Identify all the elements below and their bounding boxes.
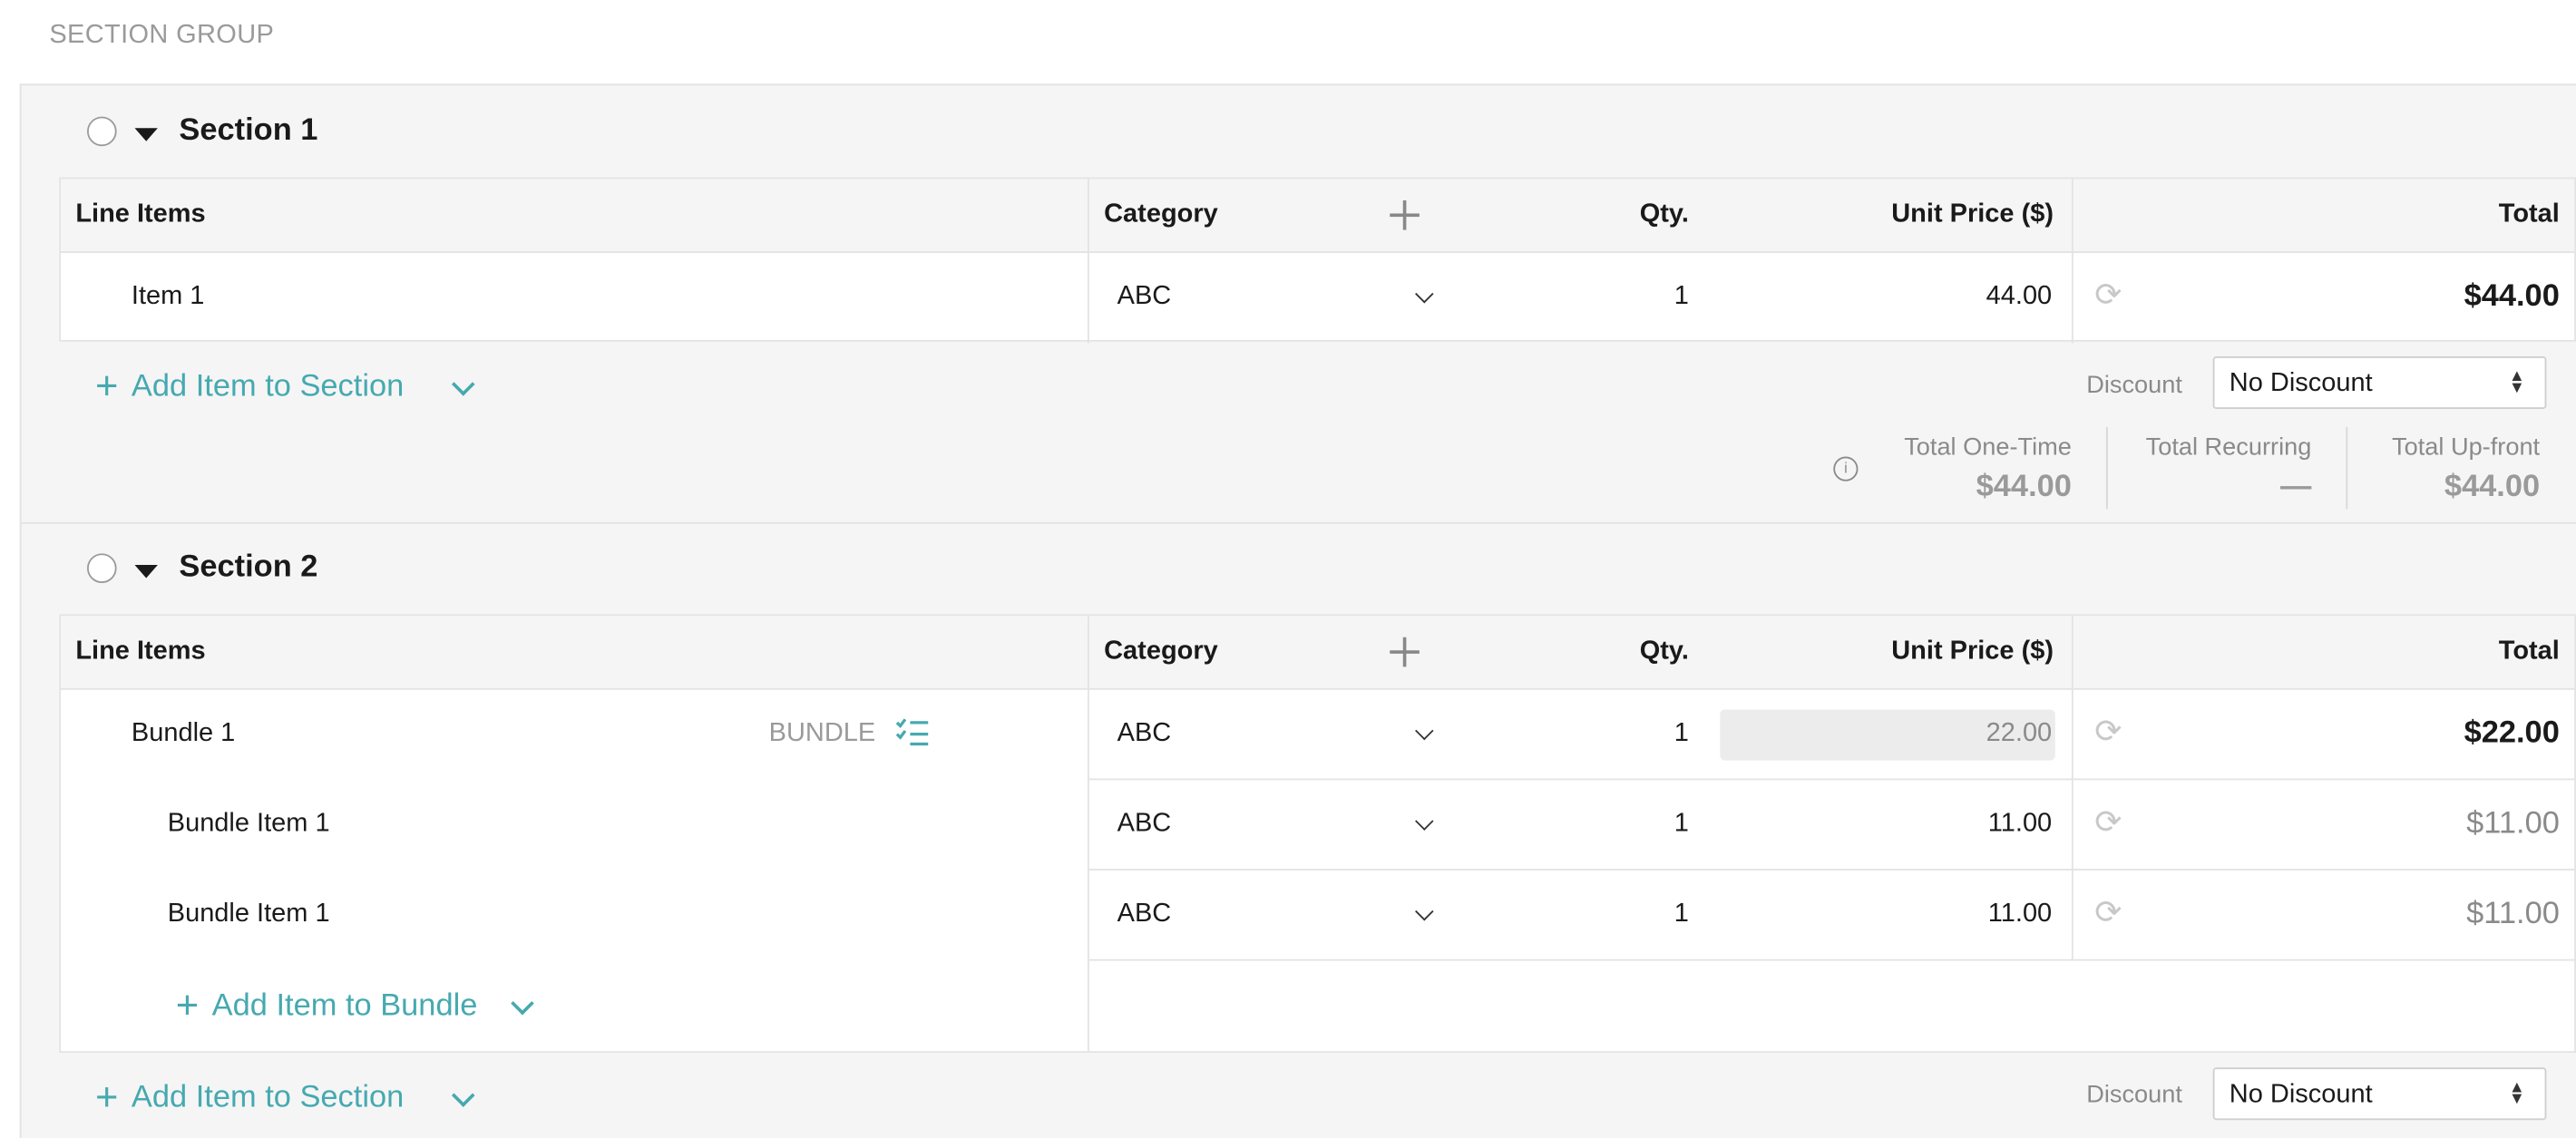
qty-value[interactable]: 1 <box>1674 283 1689 313</box>
refresh-icon[interactable]: ⟳ <box>2094 806 2124 839</box>
col-total: Total <box>2498 199 2560 229</box>
add-item-to-section-button[interactable]: + Add Item to Section <box>95 365 475 409</box>
table-row-bundle-item: Bundle Item 1 ABC 1 11.00 ⟳ $11.00 <box>61 780 2575 871</box>
section-2-table: Line Items Category Qty. Unit Price ($) … <box>59 614 2576 1053</box>
section-1-radio[interactable] <box>86 116 117 147</box>
sort-arrows-icon: ▲ ▼ <box>2508 367 2525 398</box>
bundle-item-name: Bundle Item 1 <box>167 809 330 838</box>
section-2-title: Section 2 <box>179 550 318 585</box>
add-item-to-section-button[interactable]: + Add Item to Section <box>95 1075 475 1121</box>
qty-value[interactable]: 1 <box>1674 810 1689 840</box>
col-line-items: Line Items <box>75 199 206 229</box>
table-row: Item 1 ABC 1 44.00 ⟳ $44.00 <box>61 252 2574 344</box>
checklist-icon[interactable] <box>895 717 929 747</box>
col-line-items: Line Items <box>75 637 206 666</box>
discount-value: No Discount <box>2229 1080 2373 1109</box>
discount-label: Discount <box>2086 371 2182 400</box>
info-icon[interactable]: i <box>1833 456 1859 481</box>
chevron-down-icon[interactable] <box>1415 901 1434 921</box>
section-2-header: Section 2 <box>86 544 318 593</box>
total-up-front-value: $44.00 <box>2444 470 2541 505</box>
unit-price-value[interactable]: 11.00 <box>1988 810 2052 840</box>
bundle-item-name: Bundle Item 1 <box>167 900 330 929</box>
caret-down-icon[interactable] <box>134 564 158 578</box>
chevron-down-icon[interactable] <box>1415 812 1434 831</box>
discount-value: No Discount <box>2229 369 2373 398</box>
row-total: $11.00 <box>2466 806 2560 841</box>
discount-label: Discount <box>2086 1080 2182 1109</box>
section-1-title: Section 1 <box>179 112 318 149</box>
sort-arrows-icon: ▲ ▼ <box>2508 1078 2525 1109</box>
category-select[interactable]: ABC <box>1117 900 1172 930</box>
total-one-time: Total One-Time $44.00 <box>1904 433 2072 506</box>
row-total: $11.00 <box>2466 896 2560 931</box>
discount-select[interactable]: No Discount ▲ ▼ <box>2212 1067 2547 1121</box>
col-category: Category <box>1104 637 1218 666</box>
refresh-icon[interactable]: ⟳ <box>2094 279 2124 312</box>
col-unit-price: Unit Price ($) <box>1891 199 2054 229</box>
category-select[interactable]: ABC <box>1117 283 1172 313</box>
total-one-time-value: $44.00 <box>1976 470 2072 505</box>
col-qty: Qty. <box>1639 199 1689 229</box>
unit-price-value[interactable]: 11.00 <box>1988 900 2052 930</box>
section-1-header: Section 1 <box>86 107 318 156</box>
add-item-label: Add Item to Section <box>131 369 405 404</box>
col-unit-price: Unit Price ($) <box>1891 637 2054 666</box>
chevron-down-icon[interactable] <box>1415 284 1434 304</box>
total-one-time-label: Total One-Time <box>1904 433 2072 462</box>
total-recurring-label: Total Recurring <box>2145 433 2312 462</box>
discount-select[interactable]: No Discount ▲ ▼ <box>2212 356 2547 409</box>
col-total: Total <box>2498 637 2560 666</box>
total-up-front-label: Total Up-front <box>2392 433 2541 462</box>
add-item-to-bundle-button[interactable]: + Add Item to Bundle <box>175 983 534 1028</box>
table-header: Line Items Category Qty. Unit Price ($) … <box>61 179 2575 253</box>
plus-icon: + <box>175 983 200 1028</box>
qty-value[interactable]: 1 <box>1674 719 1689 749</box>
page: SECTION GROUP Section 1 Line Items Categ… <box>0 0 2576 1138</box>
bundle-tag: BUNDLE <box>768 719 876 748</box>
table-row-bundle: Bundle 1 BUNDLE ABC 1 22.00 ⟳ $22.00 <box>61 689 2575 781</box>
chevron-down-icon[interactable] <box>1415 721 1434 741</box>
add-item-to-bundle-label: Add Item to Bundle <box>211 988 478 1024</box>
unit-price-value: 22.00 <box>1986 719 2053 748</box>
section-2-radio[interactable] <box>86 553 117 583</box>
item-name: Item 1 <box>131 282 205 311</box>
total-up-front: Total Up-front $44.00 <box>2392 433 2540 506</box>
section-group-panel: SECTION GROUP Section 1 Line Items Categ… <box>0 0 2576 1138</box>
plus-icon: + <box>95 365 119 409</box>
row-total: $44.00 <box>2464 278 2560 314</box>
plus-icon: + <box>95 1075 119 1121</box>
add-item-label: Add Item to Section <box>131 1080 405 1115</box>
table-row-bundle-item: Bundle Item 1 ABC 1 11.00 ⟳ $11.00 <box>61 870 2575 961</box>
bundle-name: Bundle 1 <box>131 719 236 748</box>
row-total: $22.00 <box>2464 715 2560 751</box>
qty-value[interactable]: 1 <box>1674 900 1689 930</box>
chevron-down-icon[interactable] <box>451 372 475 395</box>
col-qty: Qty. <box>1639 637 1689 666</box>
section-group-body: Section 1 Line Items Category Qty. Unit … <box>19 83 2576 1138</box>
refresh-icon[interactable]: ⟳ <box>2094 716 2124 749</box>
total-recurring: Total Recurring — <box>2146 433 2312 506</box>
caret-down-icon[interactable] <box>134 127 158 141</box>
table-header: Line Items Category Qty. Unit Price ($) … <box>61 616 2575 690</box>
section-1-table: Line Items Category Qty. Unit Price ($) … <box>59 177 2576 344</box>
col-category: Category <box>1104 199 1218 229</box>
category-select[interactable]: ABC <box>1117 719 1172 749</box>
refresh-icon[interactable]: ⟳ <box>2094 897 2124 929</box>
chevron-down-icon[interactable] <box>510 990 534 1015</box>
category-select[interactable]: ABC <box>1117 810 1172 840</box>
chevron-down-icon[interactable] <box>451 1083 475 1106</box>
unit-price-value[interactable]: 44.00 <box>1986 283 2053 313</box>
total-recurring-value: — <box>2279 470 2312 505</box>
section-group-title: SECTION GROUP <box>49 21 275 50</box>
